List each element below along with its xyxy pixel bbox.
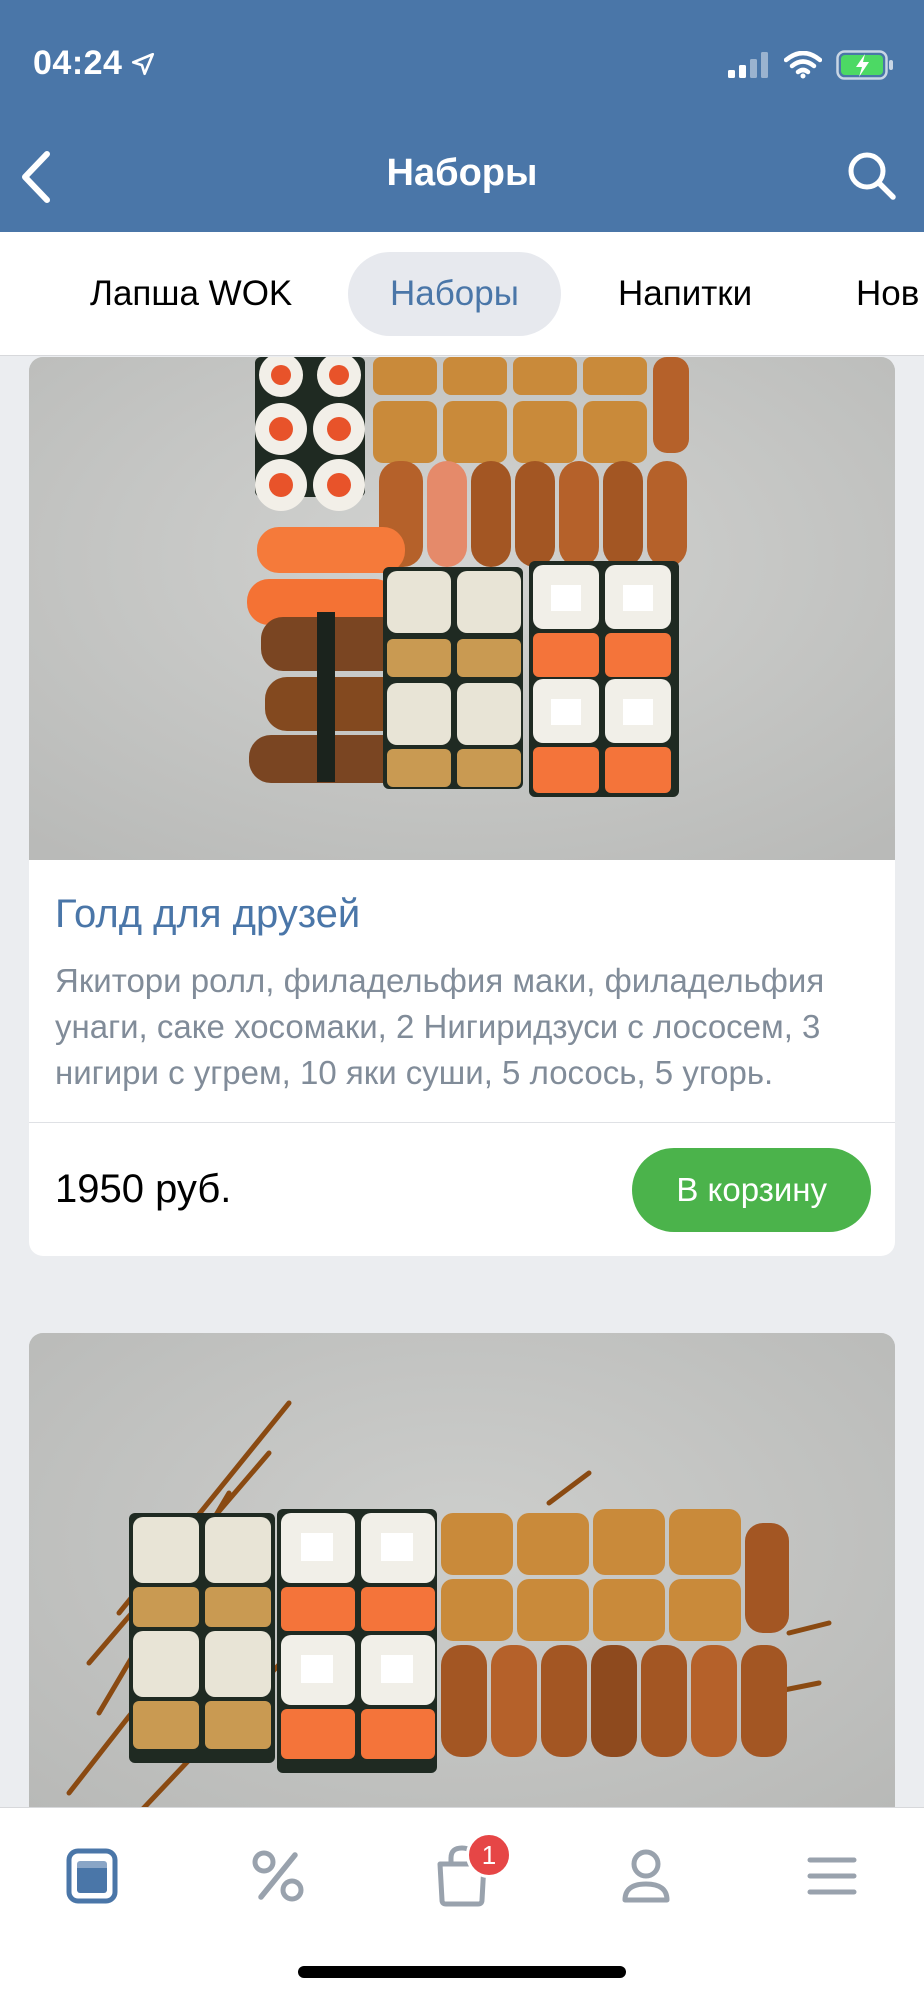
page-title: Наборы — [386, 152, 538, 194]
status-time: 04:24 — [33, 44, 156, 83]
product-price: 1950 руб. — [55, 1167, 232, 1211]
tab-lapsha-wok[interactable]: Лапша WOK — [48, 252, 334, 336]
status-time-text: 04:24 — [33, 44, 123, 82]
tab-discounts[interactable] — [248, 1846, 308, 1906]
battery-charging-icon — [836, 50, 893, 80]
menu-icon — [807, 1857, 857, 1895]
tab-novinki-partial[interactable]: Нов — [814, 252, 924, 336]
category-tabs: ı Лапша WOK Наборы Напитки Нов — [0, 232, 924, 356]
sushi-set-image — [29, 357, 895, 860]
app-header: 04:24 Наборы — [0, 0, 924, 232]
tab-profile[interactable] — [616, 1846, 676, 1906]
tab-napitki[interactable]: Напитки — [576, 252, 794, 336]
tab-nabory[interactable]: Наборы — [348, 252, 561, 336]
tab-menu[interactable] — [802, 1846, 862, 1906]
home-indicator[interactable] — [298, 1966, 626, 1978]
search-button[interactable] — [846, 150, 898, 202]
product-card[interactable]: Голд для друзей Якитори ролл, филадельфи… — [29, 357, 895, 1256]
add-to-cart-button[interactable]: В корзину — [632, 1147, 871, 1232]
product-image — [29, 1333, 895, 1807]
percent-icon — [252, 1850, 304, 1902]
product-card[interactable] — [29, 1333, 895, 1807]
status-indicators — [728, 50, 894, 80]
location-arrow-icon — [132, 52, 155, 75]
product-list: Голд для друзей Якитори ролл, филадельфи… — [0, 357, 924, 1807]
tab-catalog[interactable] — [62, 1846, 122, 1906]
product-description: Якитори ролл, филадельфия маки, филадель… — [55, 962, 825, 1091]
product-image — [29, 357, 895, 860]
wifi-icon — [784, 51, 822, 79]
sushi-set-image — [29, 1333, 895, 1807]
product-footer: 1950 руб. В корзину — [29, 1122, 895, 1256]
search-icon — [848, 152, 896, 200]
product-title[interactable]: Голд для друзей — [55, 888, 869, 940]
profile-icon — [622, 1849, 670, 1903]
cellular-signal-icon — [728, 52, 768, 78]
catalog-icon — [66, 1848, 118, 1904]
tab-cart[interactable]: 1 — [432, 1832, 512, 1907]
cart-badge: 1 — [466, 1832, 512, 1878]
